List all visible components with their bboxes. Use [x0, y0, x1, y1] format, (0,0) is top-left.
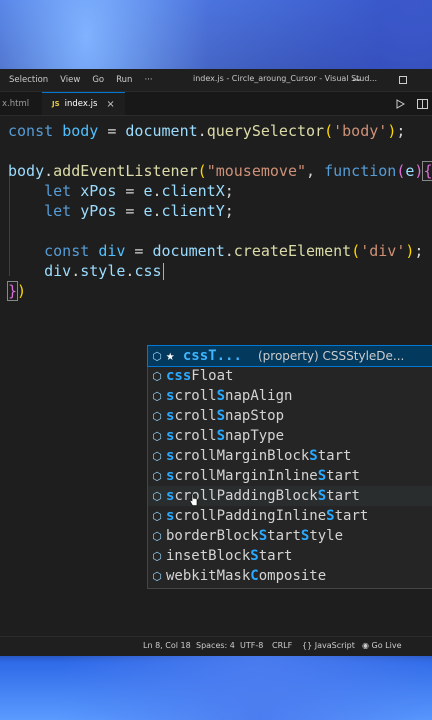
code-line-7: const div = document.createElement('div'…: [44, 242, 424, 260]
tab-html[interactable]: x.html: [0, 92, 42, 115]
suggest-widget: ⬡ ★ cssT... (property) CSSStyleDe... ⬡ cssF…: [147, 345, 432, 589]
code-line-8: div.style.css: [8, 261, 165, 281]
split-editor-icon[interactable]: [417, 98, 428, 109]
property-icon: ⬡: [152, 430, 162, 443]
hand-pointer-icon: [189, 493, 198, 506]
status-go-live-label: Go Live: [371, 641, 402, 650]
code-line-4: let xPos = e.clientX;: [44, 182, 234, 200]
tab-index-js[interactable]: JS index.js ×: [42, 92, 125, 115]
suggestion-item[interactable]: ⬡ webkitMaskComposite: [148, 566, 432, 586]
code-line-5: let yPos = e.clientY;: [44, 202, 234, 220]
property-icon: ⬡: [152, 450, 162, 463]
suggestion-item[interactable]: ⬡ ★ cssT... (property) CSSStyleDe...: [147, 345, 432, 367]
status-bar: Ln 8, Col 18 Spaces: 4 UTF-8 CRLF {} Jav…: [0, 636, 432, 656]
tab-label: x.html: [2, 98, 30, 109]
code-line-9: }): [6, 281, 27, 301]
run-icon[interactable]: [396, 98, 405, 109]
minimize-icon: [353, 79, 361, 81]
close-icon[interactable]: ×: [106, 99, 114, 110]
property-icon: ⬡: [152, 390, 162, 403]
property-icon: ⬡: [152, 570, 162, 583]
menu-view[interactable]: View: [54, 75, 86, 85]
suggestion-item[interactable]: ⬡ scrollSnapAlign: [148, 386, 432, 406]
status-eol[interactable]: CRLF: [272, 641, 292, 650]
title-bar: Selection View Go Run ··· index.js - Cir…: [0, 69, 432, 92]
vscode-window: Selection View Go Run ··· index.js - Cir…: [0, 69, 432, 656]
property-icon: ⬡: [152, 350, 162, 363]
suggestion-item[interactable]: ⬡ scrollSnapType: [148, 426, 432, 446]
property-icon: ⬡: [152, 370, 162, 383]
status-language-label: JavaScript: [314, 641, 355, 650]
menu-go[interactable]: Go: [86, 75, 110, 85]
suggestion-detail: (property) CSSStyleDe...: [258, 349, 405, 363]
suggestion-item[interactable]: ⬡ scrollMarginBlockStart: [148, 446, 432, 466]
broadcast-icon: ◉: [362, 641, 369, 650]
minimize-button[interactable]: [342, 69, 372, 91]
js-file-icon: JS: [52, 100, 60, 108]
menu-bar: Selection View Go Run ···: [0, 75, 159, 85]
suggestion-item[interactable]: ⬡ scrollMarginInlineStart: [148, 466, 432, 486]
property-icon: ⬡: [152, 550, 162, 563]
tab-label: index.js: [64, 99, 98, 109]
property-icon: ⬡: [152, 490, 162, 503]
status-indentation[interactable]: Spaces: 4: [196, 641, 235, 650]
property-icon: ⬡: [152, 410, 162, 423]
editor-actions: [396, 92, 428, 115]
suggestion-item[interactable]: ⬡ scrollSnapStop: [148, 406, 432, 426]
status-language[interactable]: {} JavaScript: [302, 641, 355, 650]
suggestion-item[interactable]: ⬡ borderBlockStartStyle: [148, 526, 432, 546]
maximize-icon: [399, 76, 407, 84]
text-cursor: [162, 263, 165, 280]
status-encoding[interactable]: UTF-8: [240, 641, 263, 650]
code-line-1: const body = document.querySelector('bod…: [8, 122, 406, 140]
suggestion-item[interactable]: ⬡ cssFloat: [148, 366, 432, 386]
menu-selection[interactable]: Selection: [3, 75, 54, 85]
star-icon: ★: [166, 348, 175, 364]
menu-run[interactable]: Run: [110, 75, 138, 85]
property-icon: ⬡: [152, 510, 162, 523]
property-icon: ⬡: [152, 530, 162, 543]
code-line-3: body.addEventListener("mousemove", funct…: [8, 161, 432, 181]
braces-icon: {}: [302, 641, 313, 650]
maximize-button[interactable]: [388, 69, 418, 91]
suggestion-item[interactable]: ⬡ insetBlockStart: [148, 546, 432, 566]
status-cursor-position[interactable]: Ln 8, Col 18: [143, 641, 191, 650]
status-go-live[interactable]: ◉ Go Live: [362, 641, 402, 650]
tab-bar: x.html JS index.js ×: [0, 92, 432, 116]
menu-more[interactable]: ···: [138, 75, 158, 85]
property-icon: ⬡: [152, 470, 162, 483]
suggestion-item[interactable]: ⬡ scrollPaddingInlineStart: [148, 506, 432, 526]
